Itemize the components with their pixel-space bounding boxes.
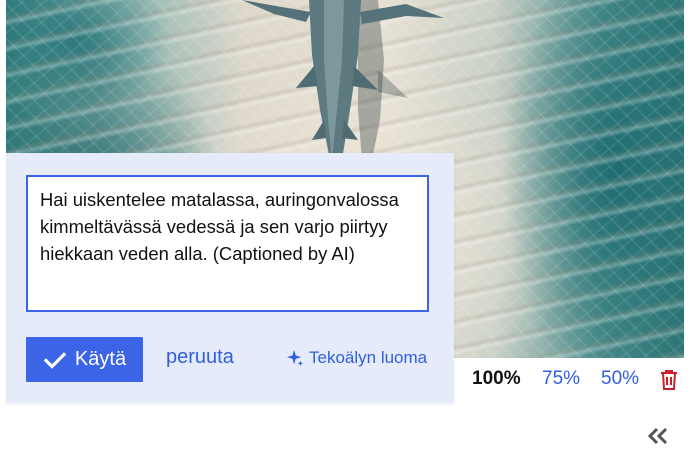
caption-editor-panel: Hai uiskentelee matalassa, auringonvalos… (6, 153, 454, 403)
zoom-75-option[interactable]: 75% (542, 368, 580, 390)
trash-icon[interactable] (659, 369, 679, 391)
apply-button-label: Käytä (74, 348, 127, 370)
double-chevron-left-icon[interactable] (647, 426, 669, 446)
ai-generated-label[interactable]: Tekoälyn luoma (286, 348, 427, 368)
zoom-100-option[interactable]: 100% (472, 368, 521, 390)
caption-textarea[interactable]: Hai uiskentelee matalassa, auringonvalos… (26, 175, 429, 312)
check-icon (43, 351, 67, 369)
cancel-link[interactable]: peruuta (166, 346, 234, 369)
ai-generated-text: Tekoälyn luoma (309, 348, 428, 367)
sparkle-icon (286, 349, 304, 367)
zoom-50-option[interactable]: 50% (601, 368, 639, 390)
apply-button[interactable]: Käytä (26, 337, 143, 382)
